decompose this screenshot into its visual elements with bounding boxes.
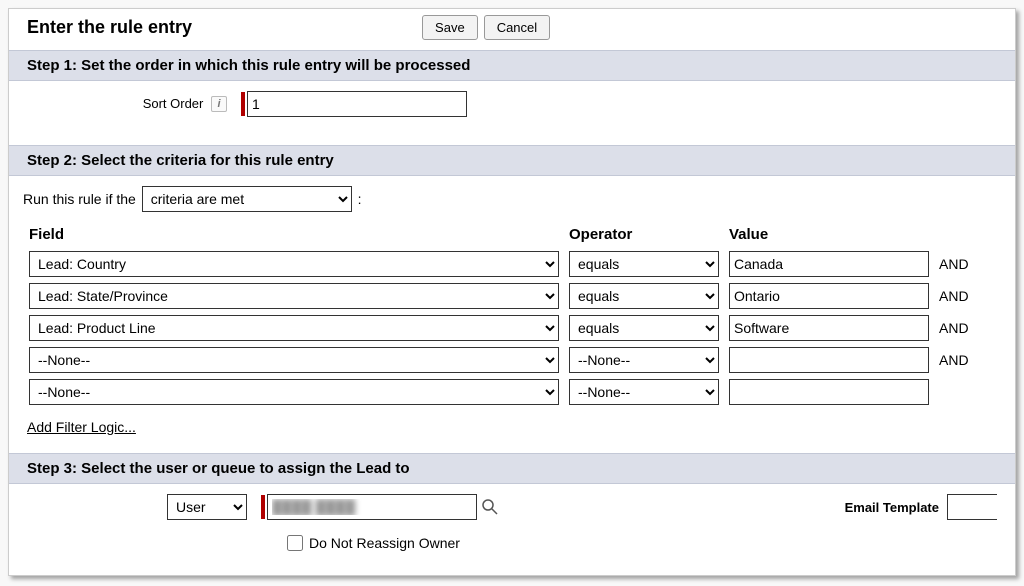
do-not-reassign-row: Do Not Reassign Owner xyxy=(265,526,1015,564)
step3-body: User Email Template xyxy=(9,484,1015,526)
info-icon[interactable]: i xyxy=(211,96,227,112)
step2-body: Run this rule if the criteria are met : … xyxy=(9,176,1015,453)
value-input[interactable] xyxy=(729,251,929,277)
sort-order-label-text: Sort Order xyxy=(143,96,204,111)
operator-select[interactable]: --None-- xyxy=(569,347,719,373)
run-prefix: Run this rule if the xyxy=(23,191,136,207)
operator-select[interactable]: equals xyxy=(569,315,719,341)
email-template-label: Email Template xyxy=(845,500,939,515)
page-title: Enter the rule entry xyxy=(27,17,192,38)
value-input[interactable] xyxy=(729,283,929,309)
operator-select[interactable]: equals xyxy=(569,251,719,277)
email-template-input[interactable] xyxy=(947,494,997,520)
field-select[interactable]: --None-- xyxy=(29,347,559,373)
criteria-grid: Field Operator Value Lead: Country equal… xyxy=(29,226,1001,405)
and-label: AND xyxy=(939,256,999,272)
save-button[interactable]: Save xyxy=(422,15,478,40)
assign-to-input[interactable] xyxy=(267,494,477,520)
col-field-hdr: Field xyxy=(29,226,559,245)
and-label: AND xyxy=(939,352,999,368)
value-input[interactable] xyxy=(729,347,929,373)
field-select[interactable]: Lead: Country xyxy=(29,251,559,277)
step1-header: Step 1: Set the order in which this rule… xyxy=(9,50,1015,81)
add-filter-logic-link[interactable]: Add Filter Logic... xyxy=(27,419,136,435)
run-suffix: : xyxy=(358,191,362,207)
do-not-reassign-checkbox[interactable] xyxy=(287,535,303,551)
do-not-reassign-label: Do Not Reassign Owner xyxy=(309,535,460,551)
operator-select[interactable]: --None-- xyxy=(569,379,719,405)
field-select[interactable]: Lead: Product Line xyxy=(29,315,559,341)
and-label: AND xyxy=(939,320,999,336)
assign-type-select[interactable]: User xyxy=(167,494,247,520)
step1-body: Sort Order i xyxy=(9,81,1015,145)
field-select[interactable]: --None-- xyxy=(29,379,559,405)
required-bar-icon xyxy=(261,495,265,519)
lookup-icon[interactable] xyxy=(481,498,499,516)
field-select[interactable]: Lead: State/Province xyxy=(29,283,559,309)
sort-order-label: Sort Order i xyxy=(27,96,227,113)
assign-to-row: User xyxy=(167,494,499,520)
form-header: Enter the rule entry Save Cancel xyxy=(9,9,1015,50)
cancel-button[interactable]: Cancel xyxy=(484,15,550,40)
col-value-hdr: Value xyxy=(729,226,929,245)
header-buttons: Save Cancel xyxy=(422,15,550,40)
value-input[interactable] xyxy=(729,315,929,341)
required-bar-icon xyxy=(241,92,245,116)
step2-header: Step 2: Select the criteria for this rul… xyxy=(9,145,1015,176)
run-rule-row: Run this rule if the criteria are met : xyxy=(23,186,1001,226)
run-mode-select[interactable]: criteria are met xyxy=(142,186,352,212)
value-input[interactable] xyxy=(729,379,929,405)
col-operator-hdr: Operator xyxy=(569,226,719,245)
email-template: Email Template xyxy=(845,494,997,520)
sort-order-input[interactable] xyxy=(247,91,467,117)
step3-header: Step 3: Select the user or queue to assi… xyxy=(9,453,1015,484)
rule-entry-form: Enter the rule entry Save Cancel Step 1:… xyxy=(8,8,1016,576)
and-label: AND xyxy=(939,288,999,304)
operator-select[interactable]: equals xyxy=(569,283,719,309)
